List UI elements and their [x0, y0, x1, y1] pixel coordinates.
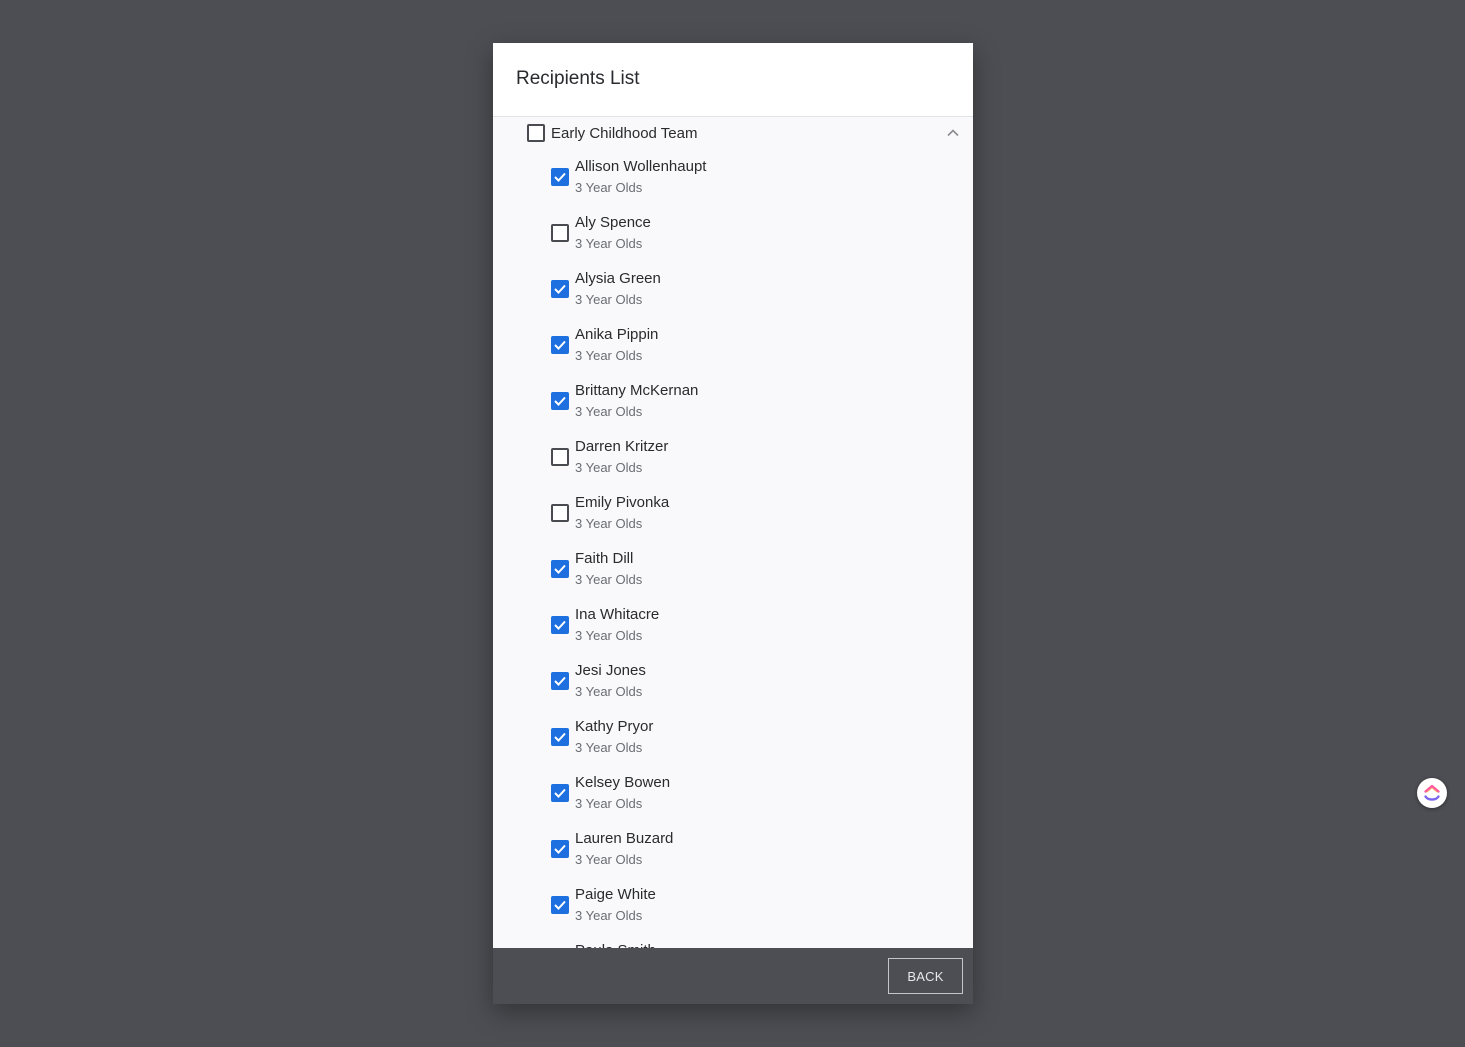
member-checkbox[interactable] — [551, 448, 569, 466]
member-class: 3 Year Olds — [575, 180, 643, 195]
member-class: 3 Year Olds — [575, 516, 643, 531]
member-checkbox[interactable] — [551, 504, 569, 522]
list-item[interactable]: Faith Dill 3 Year Olds — [493, 541, 973, 597]
member-class: 3 Year Olds — [575, 684, 643, 699]
list-item[interactable]: Jesi Jones 3 Year Olds — [493, 653, 973, 709]
member-checkbox[interactable] — [551, 616, 569, 634]
member-name: Kathy Pryor — [575, 718, 654, 735]
group-row-early-childhood-team[interactable]: Early Childhood Team — [493, 117, 973, 149]
member-class: 3 Year Olds — [575, 348, 643, 363]
recipients-modal: Recipients List Early Childhood Team All… — [493, 43, 973, 1004]
member-class: 3 Year Olds — [575, 292, 643, 307]
member-checkbox[interactable] — [551, 672, 569, 690]
member-checkbox[interactable] — [551, 840, 569, 858]
list-item[interactable]: Kelsey Bowen 3 Year Olds — [493, 765, 973, 821]
list-item[interactable]: Emily Pivonka 3 Year Olds — [493, 485, 973, 541]
member-name: Brittany McKernan — [575, 382, 699, 399]
member-text: Alysia Green 3 Year Olds — [575, 269, 661, 309]
member-name: Anika Pippin — [575, 326, 659, 343]
member-list: Allison Wollenhaupt 3 Year Olds Aly Spence… — [493, 149, 973, 948]
member-class: 3 Year Olds — [575, 908, 643, 923]
list-item[interactable]: Ina Whitacre 3 Year Olds — [493, 597, 973, 653]
member-text: Brittany McKernan 3 Year Olds — [575, 381, 698, 421]
member-checkbox[interactable] — [551, 336, 569, 354]
member-name: Jesi Jones — [575, 662, 646, 679]
member-class: 3 Year Olds — [575, 236, 643, 251]
member-text: Kathy Pryor 3 Year Olds — [575, 717, 653, 757]
member-checkbox[interactable] — [551, 280, 569, 298]
list-item[interactable]: Alysia Green 3 Year Olds — [493, 261, 973, 317]
member-text: Darren Kritzer 3 Year Olds — [575, 437, 668, 477]
list-item[interactable]: Paige White 3 Year Olds — [493, 877, 973, 933]
member-class: 3 Year Olds — [575, 740, 643, 755]
member-name: Alysia Green — [575, 270, 661, 287]
member-checkbox[interactable] — [551, 168, 569, 186]
member-text: Lauren Buzard 3 Year Olds — [575, 829, 673, 869]
group-checkbox[interactable] — [527, 124, 545, 142]
member-name: Paula Smith — [575, 941, 656, 948]
member-text: Faith Dill 3 Year Olds — [575, 549, 642, 589]
member-checkbox[interactable] — [551, 896, 569, 914]
member-name: Ina Whitacre — [575, 606, 660, 623]
member-class: 3 Year Olds — [575, 796, 643, 811]
member-text: Aly Spence 3 Year Olds — [575, 213, 651, 253]
list-item[interactable]: Aly Spence 3 Year Olds — [493, 205, 973, 261]
recipients-list[interactable]: Early Childhood Team Allison Wollenhaupt… — [493, 117, 973, 948]
list-item[interactable]: Allison Wollenhaupt 3 Year Olds — [493, 149, 973, 205]
list-item[interactable]: Darren Kritzer 3 Year Olds — [493, 429, 973, 485]
modal-footer: BACK — [493, 948, 973, 1004]
member-text: Paige White 3 Year Olds — [575, 885, 656, 925]
list-item[interactable]: Kathy Pryor 3 Year Olds — [493, 709, 973, 765]
member-checkbox[interactable] — [551, 224, 569, 242]
member-name: Faith Dill — [575, 550, 634, 567]
modal-title: Recipients List — [516, 67, 640, 89]
member-name: Allison Wollenhaupt — [575, 158, 707, 175]
member-text: Allison Wollenhaupt 3 Year Olds — [575, 157, 706, 197]
member-class: 3 Year Olds — [575, 852, 643, 867]
clickup-logo-icon[interactable] — [1417, 778, 1447, 808]
modal-header: Recipients List — [493, 43, 973, 117]
member-checkbox[interactable] — [551, 560, 569, 578]
list-item[interactable]: Lauren Buzard 3 Year Olds — [493, 821, 973, 877]
member-class: 3 Year Olds — [575, 628, 643, 643]
member-text: Emily Pivonka 3 Year Olds — [575, 493, 669, 533]
group-label: Early Childhood Team — [551, 124, 698, 142]
back-button[interactable]: BACK — [888, 958, 963, 994]
member-checkbox[interactable] — [551, 784, 569, 802]
chevron-up-icon[interactable] — [945, 125, 961, 141]
list-item[interactable]: Anika Pippin 3 Year Olds — [493, 317, 973, 373]
member-class: 3 Year Olds — [575, 404, 643, 419]
member-checkbox[interactable] — [551, 728, 569, 746]
member-class: 3 Year Olds — [575, 572, 643, 587]
member-text: Jesi Jones 3 Year Olds — [575, 661, 646, 701]
member-name: Paige White — [575, 886, 656, 903]
member-name: Emily Pivonka — [575, 494, 670, 511]
member-text: Ina Whitacre 3 Year Olds — [575, 605, 659, 645]
list-item[interactable]: Paula Smith3 Year Olds — [493, 933, 973, 948]
member-text: Paula Smith3 Year Olds — [575, 941, 656, 948]
member-checkbox[interactable] — [551, 392, 569, 410]
member-text: Anika Pippin 3 Year Olds — [575, 325, 658, 365]
member-name: Darren Kritzer — [575, 438, 669, 455]
member-name: Aly Spence — [575, 214, 651, 231]
list-item[interactable]: Brittany McKernan 3 Year Olds — [493, 373, 973, 429]
member-class: 3 Year Olds — [575, 460, 643, 475]
member-name: Lauren Buzard — [575, 830, 674, 847]
member-text: Kelsey Bowen 3 Year Olds — [575, 773, 670, 813]
member-name: Kelsey Bowen — [575, 774, 671, 791]
